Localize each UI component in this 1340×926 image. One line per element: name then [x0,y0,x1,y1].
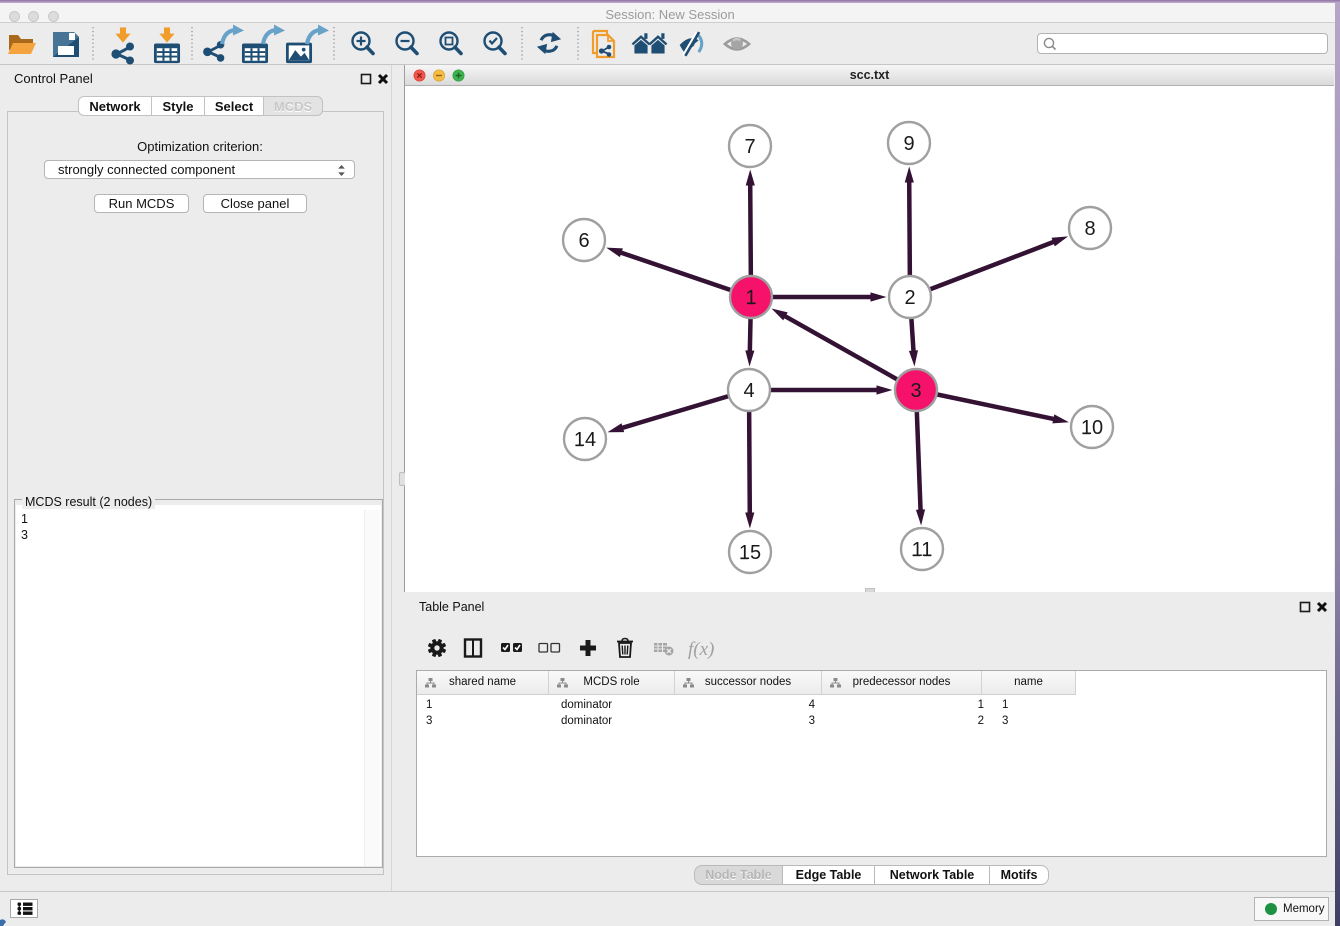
svg-text:f(x): f(x) [688,639,714,660]
svg-text:10: 10 [1081,417,1103,439]
svg-text:8: 8 [1084,218,1095,240]
svg-text:14: 14 [574,429,596,451]
svg-text:7: 7 [744,136,755,158]
svg-text:9: 9 [903,133,914,155]
svg-text:2: 2 [904,287,915,309]
svg-text:4: 4 [743,380,754,402]
svg-text:11: 11 [912,539,933,561]
svg-text:3: 3 [910,380,921,402]
svg-text:1: 1 [745,287,756,309]
svg-text:6: 6 [578,230,589,252]
svg-text:15: 15 [739,542,761,564]
